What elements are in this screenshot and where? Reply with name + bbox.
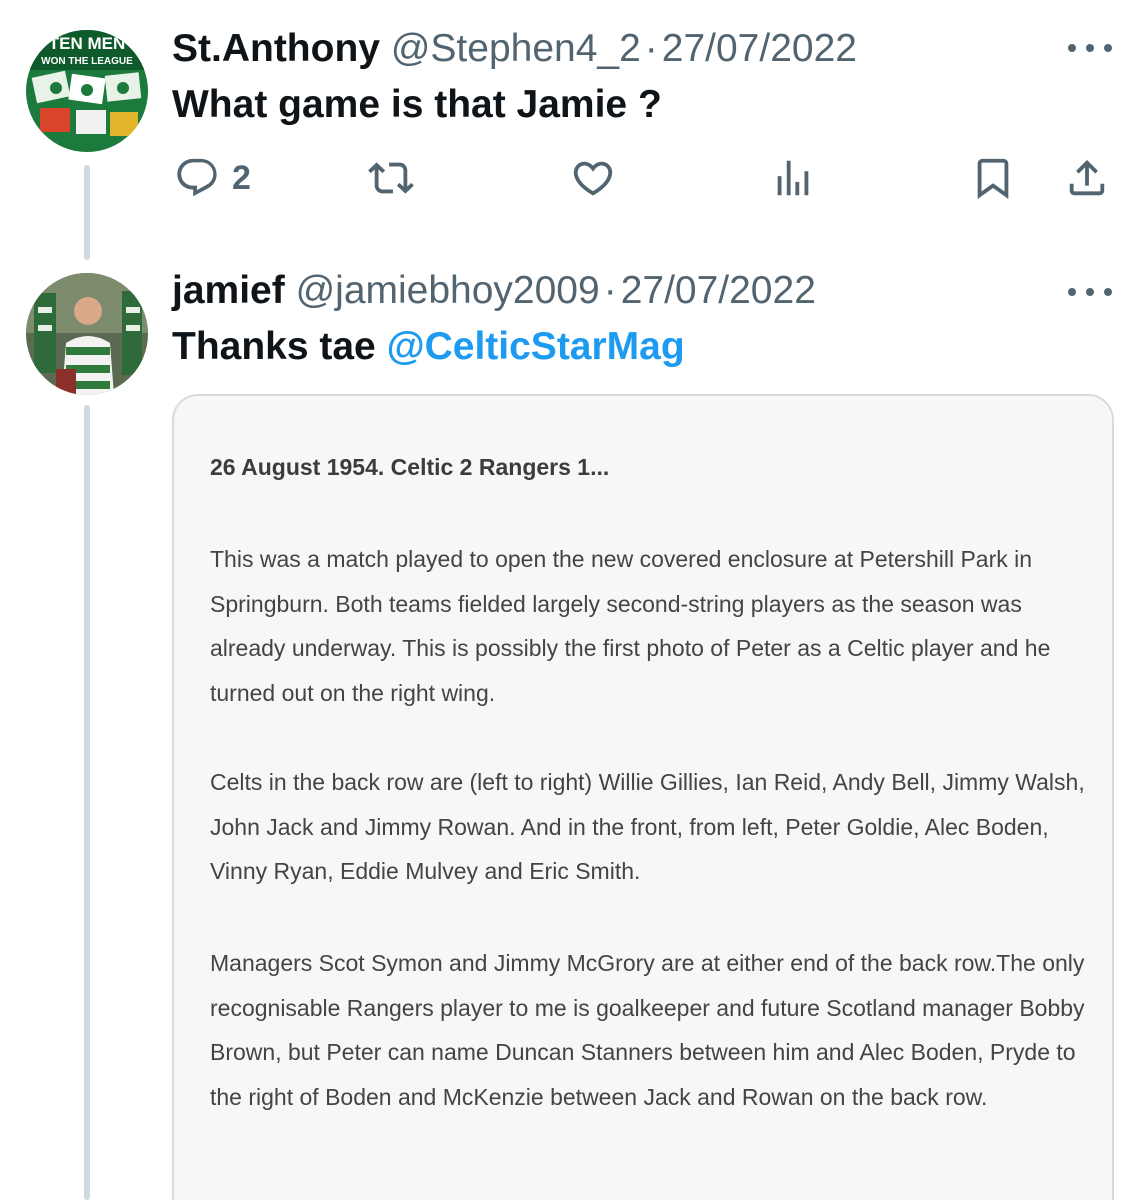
reply-count: 2 [232, 158, 251, 197]
reply-button[interactable]: 2 [174, 148, 251, 208]
mention-link[interactable]: @CelticStarMag [387, 325, 685, 368]
reply-icon [177, 158, 217, 197]
views-button[interactable] [770, 148, 816, 208]
views-icon [777, 160, 809, 196]
more-icon[interactable] [1068, 38, 1112, 58]
avatar-banner-text: TEN MEN [49, 34, 126, 53]
avatar-banner-text: WON THE LEAGUE [41, 56, 133, 67]
user-handle[interactable]: @Stephen4_2 [391, 27, 641, 70]
tweet-header: jamief @jamiebhoy2009 · 27/07/2022 [172, 268, 816, 314]
like-button[interactable] [570, 148, 628, 208]
display-name[interactable]: jamief [172, 269, 285, 312]
retweet-button[interactable] [368, 148, 426, 208]
card-paragraph: Celts in the back row are (left to right… [210, 769, 1085, 884]
attached-image-card[interactable]: 26 August 1954. Celtic 2 Rangers 1... Th… [172, 394, 1114, 1200]
bookmark-button[interactable] [970, 148, 1016, 208]
retweet-icon [368, 162, 414, 194]
card-paragraph: This was a match played to open the new … [210, 546, 1051, 706]
like-icon [573, 161, 613, 196]
tweet-text-prefix: Thanks tae [172, 325, 387, 368]
separator: · [603, 269, 617, 312]
tweet-text: Thanks tae @CelticStarMag [172, 322, 685, 372]
tweet-date[interactable]: 27/07/2022 [662, 27, 857, 70]
tweet-header: St.Anthony @Stephen4_2 · 27/07/2022 [172, 26, 857, 72]
avatar-image [26, 273, 148, 395]
avatar[interactable]: TEN MEN WON THE LEAGUE [26, 30, 148, 152]
thread-connector-line [84, 405, 90, 1200]
bookmark-icon [977, 158, 1009, 199]
share-button[interactable] [1064, 148, 1110, 208]
user-handle[interactable]: @jamiebhoy2009 [296, 269, 600, 312]
card-title: 26 August 1954. Celtic 2 Rangers 1... [210, 454, 610, 480]
card-paragraph: Managers Scot Symon and Jimmy McGrory ar… [210, 950, 1085, 1110]
thread-connector-line [84, 165, 90, 260]
tweet-text: What game is that Jamie ? [172, 83, 662, 126]
display-name[interactable]: St.Anthony [172, 27, 380, 70]
more-icon[interactable] [1068, 282, 1112, 302]
tweet-actions: 2 [172, 148, 1112, 208]
avatar-image: TEN MEN WON THE LEAGUE [26, 30, 148, 152]
avatar[interactable] [26, 273, 148, 395]
share-icon [1069, 159, 1105, 196]
tweet-date[interactable]: 27/07/2022 [621, 269, 816, 312]
separator: · [644, 27, 658, 70]
